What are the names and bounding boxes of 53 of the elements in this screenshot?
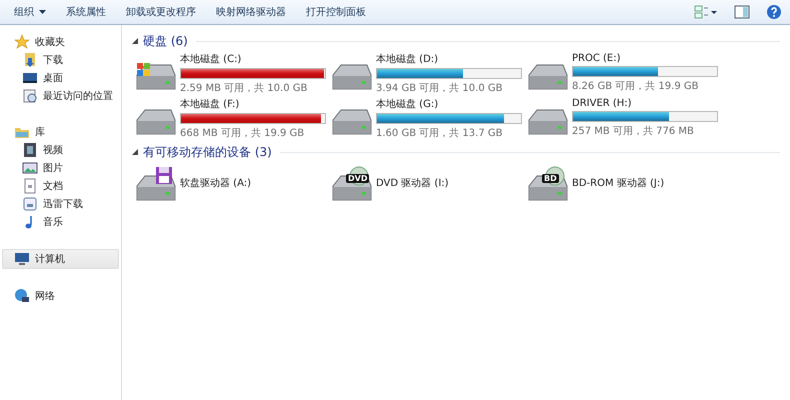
drive-space-text: 8.26 GB 可用，共 19.9 GB [572,80,700,93]
toolbar-button[interactable]: 卸载或更改程序 [118,2,204,22]
drive-space-text: 668 MB 可用，共 19.9 GB [180,126,306,140]
view-options-icon[interactable] [694,5,718,19]
drive-space-text: 3.94 GB 可用，共 10.0 GB [376,82,504,94]
download-icon [22,52,38,68]
star-icon [14,34,30,50]
drive-name[interactable]: 本地磁盘 (G:) [376,96,522,110]
disc-label: BD [542,174,559,183]
sidebar-item[interactable]: 图片 [0,159,121,177]
drive-name[interactable]: DVD 驱动器 (I:) [376,176,449,190]
recent-places-icon [22,88,38,104]
drive-name[interactable]: 本地磁盘 (F:) [180,96,326,110]
sidebar-item[interactable]: 收藏夹 [0,33,121,51]
disc-drive-icon [528,166,568,202]
drive-space-text: 257 MB 可用，共 776 MB [572,124,695,138]
computer-icon [14,251,30,267]
document-icon [22,178,38,194]
toolbar-button[interactable]: 系统属性 [58,2,114,22]
help-icon[interactable] [766,4,782,20]
toolbar-button[interactable]: 打开控制面板 [298,2,374,22]
group-header: 硬盘 (6) [143,32,188,50]
toolbar-button[interactable]: 组织 [6,2,54,22]
sidebar-item[interactable]: 库 [0,123,121,141]
drive-name[interactable]: 本地磁盘 (D:) [376,52,522,66]
drive-space-text: 1.60 GB 可用，共 13.7 GB [376,126,504,140]
desktop-icon [22,70,38,86]
video-icon [22,142,38,158]
sidebar-item[interactable]: 下载 [0,51,121,69]
group-header: 有可移动存储的设备 (3) [143,144,272,160]
sidebar-item[interactable]: 最近访问的位置 [0,87,121,105]
drive-name[interactable]: 软盘驱动器 (A:) [180,176,252,190]
sidebar-item[interactable]: 文档 [0,177,121,195]
download-icon [22,196,38,212]
floppy-drive-icon [136,166,176,202]
sidebar-item[interactable]: 桌面 [0,69,121,87]
collapse-icon[interactable] [132,38,138,44]
toolbar-button[interactable]: 映射网络驱动器 [208,2,294,22]
disc-label: DVD [346,174,370,183]
drive-name[interactable]: 本地磁盘 (C:) [180,52,326,66]
drive-name[interactable]: DRIVER (H:) [572,98,718,109]
sidebar-item[interactable]: 网络 [0,287,121,305]
picture-icon [22,160,38,176]
preview-pane-icon[interactable] [734,5,750,19]
sidebar-item[interactable]: 视频 [0,141,121,159]
drive-name[interactable]: BD-ROM 驱动器 (J:) [572,176,664,190]
drive-name[interactable]: PROC (E:) [572,53,718,64]
network-icon [14,288,30,304]
sidebar-item[interactable]: 迅雷下载 [0,195,121,213]
sidebar-item[interactable]: 音乐 [0,213,121,231]
collapse-icon[interactable] [132,149,138,155]
drive-space-text: 2.59 MB 可用，共 10.0 GB [180,82,308,94]
sidebar-item[interactable]: 计算机 [2,249,119,269]
